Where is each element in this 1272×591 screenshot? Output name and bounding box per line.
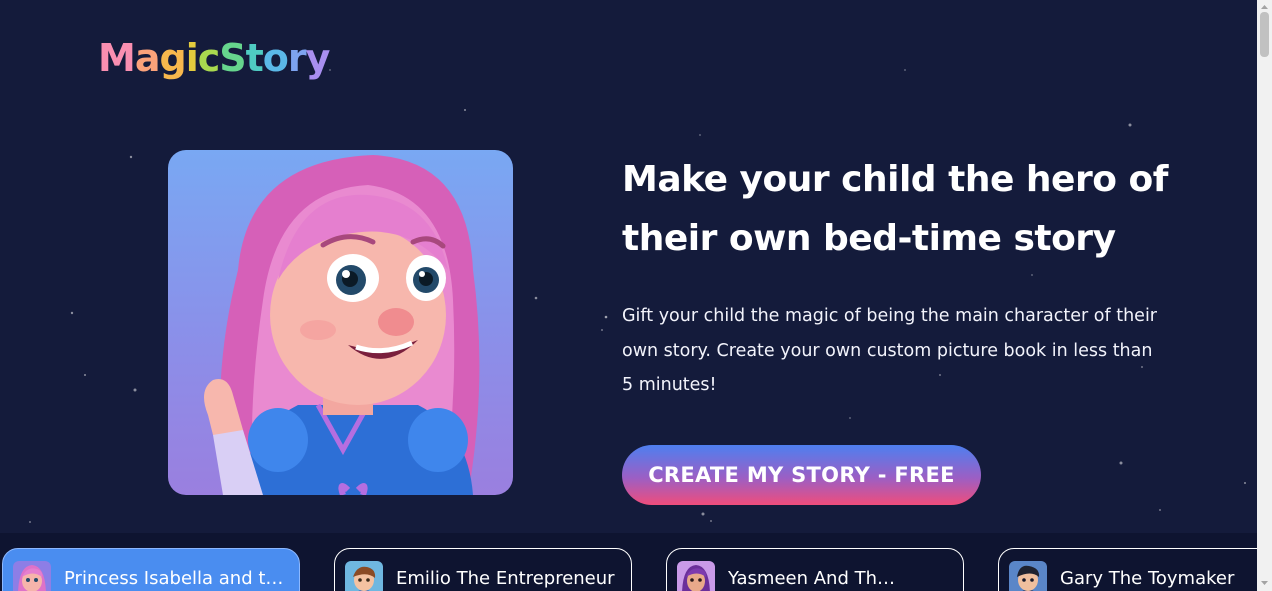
story-title: Emilio The Entrepreneur [396,568,615,589]
hero-headline: Make your child the hero of their own be… [622,159,1168,259]
story-thumb-purple-hair-girl [677,561,715,591]
logo-letter: M [98,36,136,80]
logo-letter: a [134,36,161,80]
scroll-up-icon[interactable] [1260,3,1269,12]
page-scrollbar[interactable] [1257,0,1272,591]
logo-letter: y [305,36,331,80]
magicstory-logo[interactable]: MagicStory [98,36,331,80]
hero-subtext: Gift your child the magic of being the m… [622,306,1157,395]
story-thumb-brown-hair-boy [345,561,383,591]
story-card-2[interactable]: Yasmeen And The Enchanted Garden [666,548,964,591]
scrollbar-thumb[interactable] [1260,12,1269,57]
scroll-down-icon[interactable] [1260,578,1269,587]
story-carousel: Princess Isabella and the Magic Kingdom … [0,533,1257,591]
logo-letter: c [197,36,221,80]
story-card-1[interactable]: Emilio The Entrepreneur [334,548,632,591]
logo-letter: S [219,36,246,80]
story-title: Yasmeen And The Enchanted Garden [728,568,902,589]
logo-letter: g [159,36,186,80]
story-card-0[interactable]: Princess Isabella and the Magic Kingdom [2,548,300,591]
story-thumb-dark-hair-boy [1009,561,1047,591]
story-title: Gary The Toymaker [1060,568,1235,589]
create-story-button[interactable]: CREATE MY STORY - FREE [622,445,981,505]
hero-illustration [168,150,513,495]
logo-letter: r [287,36,307,80]
logo-letter: i [185,36,199,80]
story-thumb-pink-hair-girl [13,561,51,591]
logo-letter: t [245,36,264,80]
logo-letter: o [262,36,289,80]
story-card-3[interactable]: Gary The Toymaker [998,548,1257,591]
story-title: Princess Isabella and the Magic Kingdom [64,568,294,589]
